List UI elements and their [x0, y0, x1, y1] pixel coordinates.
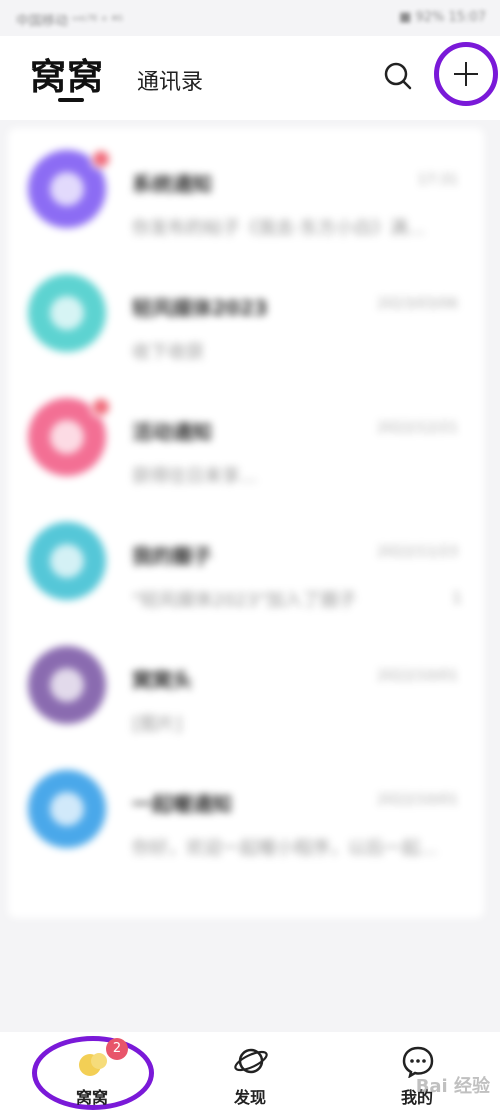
- bubble-icon: [79, 1053, 107, 1076]
- conversation-item[interactable]: 系统通知 17:31 你发布的帖子《我去·东方小白》满...: [8, 128, 484, 252]
- nav-label: 发现: [233, 1088, 266, 1107]
- conversation-time: 2022/10/01: [377, 668, 458, 684]
- conversation-title: 一起喔通知: [132, 792, 232, 816]
- search-button[interactable]: [380, 58, 416, 94]
- conversation-item[interactable]: 窝窝头 2022/10/01 [图片]: [8, 624, 484, 748]
- active-tab-indicator: [58, 98, 84, 102]
- avatar: [28, 646, 106, 724]
- conversation-title: 窝窝头: [132, 668, 192, 692]
- conversation-preview: 你好，欢迎一起喔小程序，以后一起...: [132, 838, 438, 859]
- search-icon: [384, 62, 412, 90]
- nav-label: 窝窝: [75, 1088, 108, 1107]
- add-button[interactable]: [434, 42, 498, 106]
- conversation-title: 系统通知: [132, 172, 212, 196]
- status-bar: 中国移动 ᵛᵒᴸᵀᴱ ᵒ ⁴ᴳ ■ 92% 15:07: [0, 0, 500, 36]
- battery-time-text: ■ 92% 15:07: [399, 10, 486, 25]
- conversation-preview: 收下收获: [132, 342, 204, 363]
- conversation-item[interactable]: 我的圈子 2022/11/23 "轻风媒体2023"加入了圈子 1: [8, 500, 484, 624]
- unread-dot: [90, 396, 112, 418]
- conversation-preview: 获得往日来享...: [132, 466, 258, 487]
- carrier-text: 中国移动 ᵛᵒᴸᵀᴱ ᵒ ⁴ᴳ: [16, 14, 123, 29]
- avatar: [28, 274, 106, 352]
- conversation-preview: 你发布的帖子《我去·东方小白》满...: [132, 218, 425, 239]
- conversation-title: 活动通知: [132, 420, 212, 444]
- tab-wowo[interactable]: 窝窝: [30, 48, 104, 100]
- avatar: [28, 770, 106, 848]
- conversation-item[interactable]: 活动通知 2022/12/21 获得往日来享...: [8, 376, 484, 500]
- conversation-preview: "轻风媒体2023"加入了圈子: [132, 590, 357, 611]
- watermark: Bai 经验: [415, 1076, 490, 1097]
- conversation-time: 2022/10/01: [377, 792, 458, 808]
- conversation-item[interactable]: 轻风媒体2023 2023/03/06 收下收获: [8, 252, 484, 376]
- conversation-preview: [图片]: [132, 714, 183, 735]
- nav-item-discover[interactable]: 发现: [200, 1032, 300, 1111]
- avatar: [28, 522, 106, 600]
- conversation-time: 2023/03/06: [377, 296, 458, 312]
- conversation-time: 2022/11/23: [377, 544, 458, 560]
- conversation-list: 系统通知 17:31 你发布的帖子《我去·东方小白》满... 轻风媒体2023 …: [8, 128, 484, 918]
- tab-contacts[interactable]: 通讯录: [137, 64, 203, 96]
- nav-badge: 2: [106, 1038, 128, 1060]
- unread-dot: [90, 148, 112, 170]
- conversation-title: 我的圈子: [132, 544, 212, 568]
- conversation-title: 轻风媒体2023: [132, 296, 268, 320]
- nav-item-wowo[interactable]: 2 窝窝: [42, 1032, 142, 1111]
- conversation-time: 2022/12/21: [377, 420, 458, 436]
- header: 窝窝 通讯录: [0, 36, 500, 120]
- bottom-nav: 2 窝窝 发现 我的 Bai 经验: [0, 1032, 500, 1111]
- conversation-time: 17:31: [417, 172, 458, 188]
- member-count: 1: [451, 588, 462, 607]
- conversation-item[interactable]: 一起喔通知 2022/10/01 你好，欢迎一起喔小程序，以后一起...: [8, 748, 484, 872]
- planet-icon: [234, 1048, 268, 1074]
